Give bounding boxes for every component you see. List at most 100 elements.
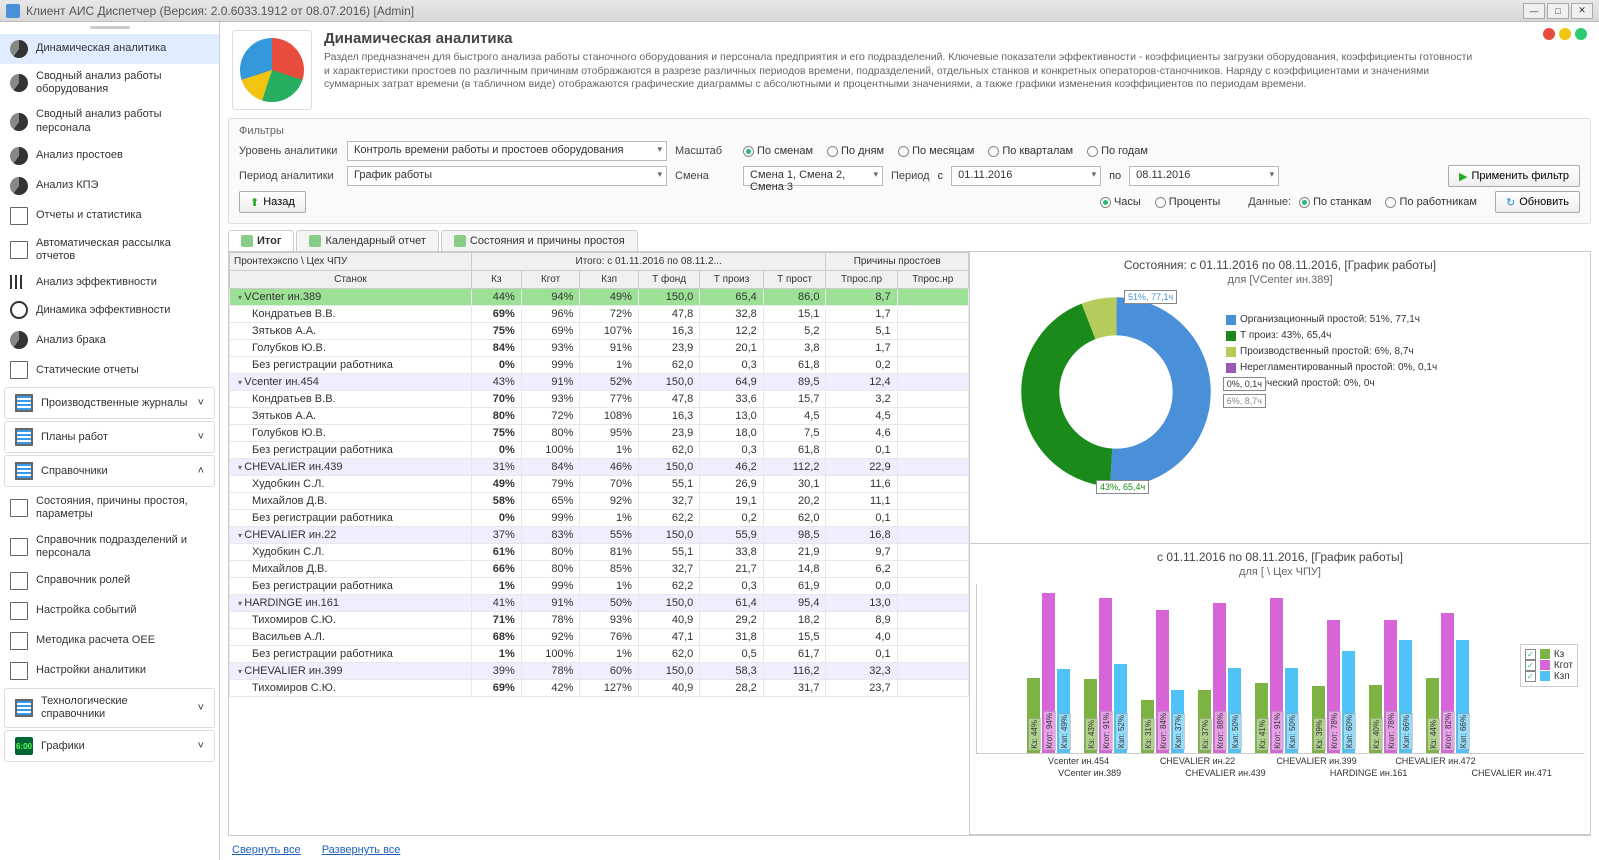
sidebar-group-3[interactable]: Технологические справочники˅	[4, 688, 215, 728]
col-name[interactable]: Станок	[230, 271, 472, 289]
sidebar-subitem-2-5[interactable]: Настройки аналитики	[0, 656, 219, 686]
period-select[interactable]: График работы	[347, 166, 667, 186]
back-button[interactable]: ⬆Назад	[239, 191, 306, 213]
bar-legend-item[interactable]: ✓Кзп	[1525, 671, 1573, 682]
table-row[interactable]: Тихомиров С.Ю.71%78%93%40,929,218,28,9	[230, 612, 969, 629]
data-radio-0[interactable]: По станкам	[1299, 196, 1371, 208]
table-row[interactable]: Зятьков А.А.80%72%108%16,313,04,54,5	[230, 408, 969, 425]
table-row[interactable]: Михайлов Д.В.58%65%92%32,719,120,211,1	[230, 493, 969, 510]
table-row[interactable]: Худобкин С.Л.49%79%70%55,126,930,111,6	[230, 476, 969, 493]
table-row[interactable]: Без регистрации работника0%99%1%62,00,36…	[230, 357, 969, 374]
sidebar-item-1[interactable]: Сводный анализ работы оборудования	[0, 64, 219, 102]
cell: 0,1	[826, 510, 897, 527]
col-Тпрос.нр[interactable]: Тпрос.нр	[897, 271, 968, 289]
sidebar-item-5[interactable]: Отчеты и статистика	[0, 201, 219, 231]
shift-select[interactable]: Смена 1, Смена 2, Смена 3	[743, 166, 883, 186]
sidebar-item-10[interactable]: Статические отчеты	[0, 355, 219, 385]
table-row[interactable]: Тихомиров С.Ю.69%42%127%40,928,231,723,7	[230, 680, 969, 697]
sidebar-handle[interactable]	[0, 26, 219, 34]
table-row[interactable]: Без регистрации работника1%99%1%62,20,36…	[230, 578, 969, 595]
sidebar-item-0[interactable]: Динамическая аналитика	[0, 34, 219, 64]
col-Кзп[interactable]: Кзп	[580, 271, 639, 289]
level-select[interactable]: Контроль времени работы и простоев обору…	[347, 141, 667, 161]
table-row[interactable]: Кондратьев В.В.70%93%77%47,833,615,73,2	[230, 391, 969, 408]
maximize-button[interactable]: □	[1547, 3, 1569, 19]
table-row[interactable]: CHEVALIER ин.43931%84%46%150,046,2112,22…	[230, 459, 969, 476]
sidebar-subitem-2-0[interactable]: Состояния, причины простоя, параметры	[0, 489, 219, 527]
sidebar-subitem-2-2[interactable]: Справочник ролей	[0, 566, 219, 596]
row-name: Vcenter ин.454	[230, 374, 472, 391]
table-row[interactable]: VCenter ин.38944%94%49%150,065,486,08,7	[230, 289, 969, 306]
cell: 84%	[471, 340, 521, 357]
tab-1[interactable]: Календарный отчет	[296, 230, 438, 251]
table-row[interactable]: CHEVALIER ин.39939%78%60%150,058,3116,23…	[230, 663, 969, 680]
tab-0[interactable]: Итог	[228, 230, 294, 251]
table-row[interactable]: Зятьков А.А.75%69%107%16,312,25,25,1	[230, 323, 969, 340]
sidebar-group-4[interactable]: 6:00Графики˅	[4, 730, 215, 762]
table-row[interactable]: Голубков Ю.В.84%93%91%23,920,13,81,7	[230, 340, 969, 357]
table-row[interactable]: Михайлов Д.В.66%80%85%32,721,714,86,2	[230, 561, 969, 578]
cell: 75%	[471, 323, 521, 340]
sidebar-group-0[interactable]: Производственные журналы˅	[4, 387, 215, 419]
bar-legend-item[interactable]: ✓Кгот	[1525, 660, 1573, 671]
minimize-button[interactable]: —	[1523, 3, 1545, 19]
scale-radio-4[interactable]: По годам	[1087, 145, 1148, 157]
sidebar-item-2[interactable]: Сводный анализ работы персонала	[0, 102, 219, 140]
table-row[interactable]: HARDINGE ин.16141%91%50%150,061,495,413,…	[230, 595, 969, 612]
col-Кз[interactable]: Кз	[471, 271, 521, 289]
bar-legend-item[interactable]: ✓Кз	[1525, 649, 1573, 660]
cell: 4,6	[826, 425, 897, 442]
scale-radio-1[interactable]: По дням	[827, 145, 884, 157]
apply-filter-button[interactable]: ▶Применить фильтр	[1448, 165, 1580, 187]
cell: 39%	[471, 663, 521, 680]
collapse-all-link[interactable]: Свернуть все	[232, 844, 301, 856]
sidebar-subitem-2-3[interactable]: Настройка событий	[0, 596, 219, 626]
sidebar-item-4[interactable]: Анализ КПЭ	[0, 171, 219, 201]
table-row[interactable]: Vcenter ин.45443%91%52%150,064,989,512,4	[230, 374, 969, 391]
sidebar-item-9[interactable]: Анализ брака	[0, 325, 219, 355]
data-radio-1[interactable]: По работникам	[1385, 196, 1476, 208]
table-row[interactable]: Кондратьев В.В.69%96%72%47,832,815,11,7	[230, 306, 969, 323]
cell: 150,0	[638, 289, 699, 306]
col-Тпрос.пр[interactable]: Тпрос.пр	[826, 271, 897, 289]
refresh-button[interactable]: ↻Обновить	[1495, 191, 1580, 213]
table-row[interactable]: Васильев А.Л.68%92%76%47,131,815,54,0	[230, 629, 969, 646]
date-to-input[interactable]: 08.11.2016	[1129, 166, 1279, 186]
cell: 66%	[471, 561, 521, 578]
bar: Кз: 44%	[1426, 678, 1439, 753]
date-from-input[interactable]: 01.11.2016	[951, 166, 1101, 186]
cell: 4,5	[826, 408, 897, 425]
sidebar-subitem-2-4[interactable]: Методика расчета OEE	[0, 626, 219, 656]
col-Т произ[interactable]: Т произ	[700, 271, 764, 289]
scale-radio-2[interactable]: По месяцам	[898, 145, 974, 157]
unit-radio-1[interactable]: Проценты	[1155, 196, 1220, 208]
col-Т прост[interactable]: Т прост	[763, 271, 826, 289]
close-button[interactable]: ✕	[1571, 3, 1593, 19]
unit-radio-0[interactable]: Часы	[1100, 196, 1141, 208]
cell: 3,2	[826, 391, 897, 408]
sidebar-item-8[interactable]: Динамика эффективности	[0, 295, 219, 325]
sidebar-group-1[interactable]: Планы работ˅	[4, 421, 215, 453]
cell: 20,2	[763, 493, 826, 510]
doc-icon	[10, 361, 28, 379]
sidebar-subitem-2-1[interactable]: Справочник подразделений и персонала	[0, 528, 219, 566]
tab-2[interactable]: Состояния и причины простоя	[441, 230, 638, 251]
expand-all-link[interactable]: Развернуть все	[322, 844, 401, 856]
table-row[interactable]: Голубков Ю.В.75%80%95%23,918,07,54,6	[230, 425, 969, 442]
col-Кгот[interactable]: Кгот	[521, 271, 580, 289]
table-row[interactable]: Без регистрации работника0%99%1%62,20,26…	[230, 510, 969, 527]
data-grid[interactable]: Пронтехэкспо \ Цех ЧПУ Итого: с 01.11.20…	[229, 252, 970, 835]
table-row[interactable]: Без регистрации работника0%100%1%62,00,3…	[230, 442, 969, 459]
bar: Кгот: 91%	[1270, 598, 1283, 753]
table-row[interactable]: CHEVALIER ин.2237%83%55%150,055,998,516,…	[230, 527, 969, 544]
sidebar-item-6[interactable]: Автоматическая рассылка отчетов	[0, 231, 219, 269]
scale-radio-3[interactable]: По кварталам	[988, 145, 1073, 157]
col-Т фонд[interactable]: Т фонд	[638, 271, 699, 289]
scale-radio-0[interactable]: По сменам	[743, 145, 813, 157]
sidebar-item-3[interactable]: Анализ простоев	[0, 141, 219, 171]
sidebar-group-2[interactable]: Справочники˄	[4, 455, 215, 487]
sidebar-item-7[interactable]: Анализ эффективности	[0, 269, 219, 295]
cell: 93%	[521, 391, 580, 408]
table-row[interactable]: Худобкин С.Л.61%80%81%55,133,821,99,7	[230, 544, 969, 561]
table-row[interactable]: Без регистрации работника1%100%1%62,00,5…	[230, 646, 969, 663]
